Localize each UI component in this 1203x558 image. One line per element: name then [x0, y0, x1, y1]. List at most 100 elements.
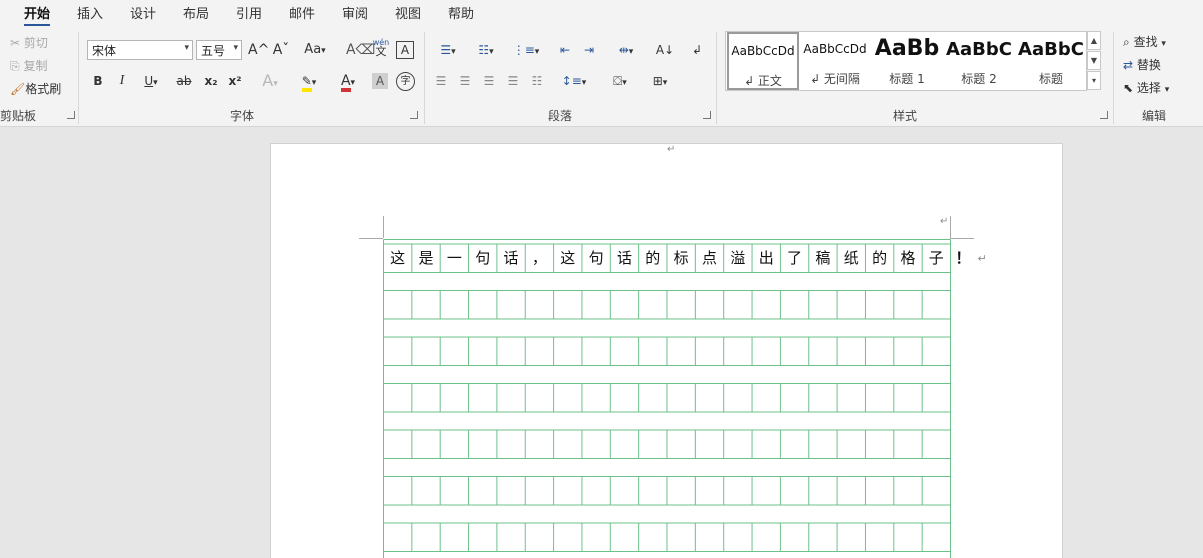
justify-icon[interactable]: ☰: [504, 71, 522, 91]
font-group-label: 字体: [230, 109, 255, 123]
bullet-list-icon: ☰: [440, 43, 452, 57]
style-heading-1[interactable]: AaBb 标题 1: [871, 32, 943, 90]
sort-icon[interactable]: A↓: [655, 40, 675, 60]
replace-button[interactable]: ⇄ 替换: [1123, 56, 1161, 73]
document-page[interactable]: ↵ ↵ 这是一句话，这句话的标点溢出了稿纸的格子 ！ ↵: [270, 143, 1063, 558]
style-title[interactable]: AaBbC 标题: [1015, 32, 1087, 90]
align-right-icon[interactable]: ☰: [480, 71, 498, 91]
font-name-combo[interactable]: 宋体 ▾: [87, 40, 193, 60]
document-canvas[interactable]: ↵ ↵ 这是一句话，这句话的标点溢出了稿纸的格子 ！ ↵: [0, 127, 1203, 558]
character-shading-button[interactable]: A: [372, 73, 388, 89]
tab-view[interactable]: 视图: [395, 3, 421, 22]
search-icon: ⌕: [1123, 35, 1130, 49]
group-divider: [78, 32, 79, 124]
chevron-down-icon: ▾: [628, 47, 634, 57]
paragraph-group-label: 段落: [548, 109, 573, 123]
scissors-icon: ✂: [10, 36, 21, 50]
styles-more-icon[interactable]: ▾: [1087, 71, 1101, 90]
text-effects-button[interactable]: A▾: [255, 71, 285, 91]
tab-review[interactable]: 审阅: [342, 3, 368, 22]
tab-mailings[interactable]: 邮件: [289, 3, 315, 22]
tab-insert[interactable]: 插入: [77, 3, 103, 22]
chevron-down-icon: ▾: [662, 78, 668, 88]
chevron-down-icon: ▾: [451, 47, 456, 57]
grid-char: 稿: [815, 249, 831, 267]
style-heading-2[interactable]: AaBbC 标题 2: [943, 32, 1015, 90]
grid-char: 句: [588, 249, 604, 267]
chevron-down-icon: ▾: [321, 46, 326, 56]
styles-scroll-up-icon[interactable]: ▲: [1087, 31, 1101, 50]
subscript-button[interactable]: x₂: [202, 71, 220, 91]
highlight-color-button[interactable]: ✎▾: [293, 71, 325, 92]
grid-char: 标: [673, 249, 689, 267]
align-center-icon[interactable]: ☰: [456, 71, 474, 91]
borders-button[interactable]: ⊞▾: [644, 71, 676, 91]
chevron-down-icon: ▾: [622, 78, 627, 88]
tab-design[interactable]: 设计: [130, 3, 156, 22]
replace-icon: ⇄: [1123, 58, 1134, 72]
cursor-icon: ⬉: [1123, 81, 1134, 95]
paragraph-launcher-icon[interactable]: [703, 111, 711, 119]
increase-indent-icon[interactable]: ⇥: [580, 40, 598, 60]
clear-formatting-icon[interactable]: A⌫: [346, 40, 375, 60]
show-marks-icon[interactable]: ↲: [688, 40, 706, 60]
bold-button[interactable]: B: [90, 71, 106, 91]
bullets-button[interactable]: ☰▾: [432, 40, 464, 60]
clipboard-launcher-icon[interactable]: [67, 111, 75, 119]
align-left-icon[interactable]: ☰: [432, 71, 450, 91]
styles-scroll-down-icon[interactable]: ▼: [1087, 51, 1101, 70]
grid-char: 是: [418, 249, 434, 267]
select-button[interactable]: ⬉ 选择 ▾: [1123, 79, 1169, 96]
chinese-layout-button[interactable]: ⇹▾: [610, 40, 642, 60]
grid-char: 溢: [730, 249, 746, 267]
copy-button[interactable]: ⎘ 复制: [10, 57, 47, 74]
multilevel-list-button[interactable]: ⋮≡▾: [510, 40, 542, 60]
styles-group-label: 样式: [893, 109, 918, 123]
change-case-button[interactable]: Aa▾: [300, 40, 330, 60]
grid-char: 纸: [843, 249, 859, 267]
ribbon: ✂ 剪切 ⎘ 复制 🖌格式刷 剪贴板 宋体 ▾ 五号 ▾ A^ Aˇ Aa▾ A⌫ …: [0, 26, 1203, 127]
shading-button[interactable]: ⛋▾: [604, 71, 636, 91]
tab-layout[interactable]: 布局: [183, 3, 209, 22]
distributed-align-icon[interactable]: ☷: [528, 71, 546, 91]
line-spacing-button[interactable]: ↕≡▾: [558, 71, 590, 91]
manuscript-grid: [383, 239, 951, 558]
tab-help[interactable]: 帮助: [448, 3, 474, 22]
chevron-down-icon: ▾: [184, 43, 189, 53]
character-border-button[interactable]: A: [396, 41, 414, 59]
chevron-down-icon: ▾: [350, 78, 356, 88]
paint-bucket-icon: ⛋: [613, 74, 623, 88]
font-size-combo[interactable]: 五号 ▾: [196, 40, 242, 60]
decrease-indent-icon[interactable]: ⇤: [556, 40, 574, 60]
format-painter-button[interactable]: 🖌格式刷: [10, 80, 61, 97]
numbering-button[interactable]: ☷▾: [470, 40, 502, 60]
font-launcher-icon[interactable]: [410, 111, 418, 119]
editing-group-label: 编辑: [1142, 109, 1167, 123]
style-no-spacing[interactable]: AaBbCcDd ↲ 无间隔: [799, 32, 871, 90]
grow-font-button[interactable]: A^: [248, 40, 269, 60]
phonetic-guide-button[interactable]: wén 文: [372, 38, 390, 58]
multilevel-list-icon: ⋮≡: [512, 43, 535, 57]
find-button[interactable]: ⌕ 查找 ▾: [1123, 33, 1166, 50]
font-color-button[interactable]: A▾: [332, 71, 364, 92]
superscript-button[interactable]: x²: [226, 71, 244, 91]
highlighter-icon: ✎: [301, 74, 312, 92]
grid-char: 句: [475, 249, 491, 267]
tab-references[interactable]: 引用: [236, 3, 262, 22]
tab-home[interactable]: 开始: [24, 3, 51, 27]
shrink-font-button[interactable]: Aˇ: [272, 40, 290, 60]
italic-button[interactable]: I: [114, 71, 130, 91]
styles-launcher-icon[interactable]: [1100, 111, 1108, 119]
group-divider: [424, 32, 425, 124]
grid-char: 这: [390, 249, 406, 267]
cut-button[interactable]: ✂ 剪切: [10, 34, 48, 51]
strikethrough-button[interactable]: ab: [174, 71, 194, 91]
numbered-list-icon: ☷: [478, 43, 490, 57]
grid-char: ，: [531, 249, 547, 267]
style-normal[interactable]: AaBbCcDd ↲ 正文: [727, 32, 799, 90]
group-divider: [1113, 32, 1114, 124]
enclose-characters-button[interactable]: 字: [396, 72, 415, 91]
chevron-down-icon: ▾: [311, 78, 317, 88]
underline-button[interactable]: U▾: [138, 71, 164, 91]
chevron-down-icon: ▾: [273, 79, 278, 89]
